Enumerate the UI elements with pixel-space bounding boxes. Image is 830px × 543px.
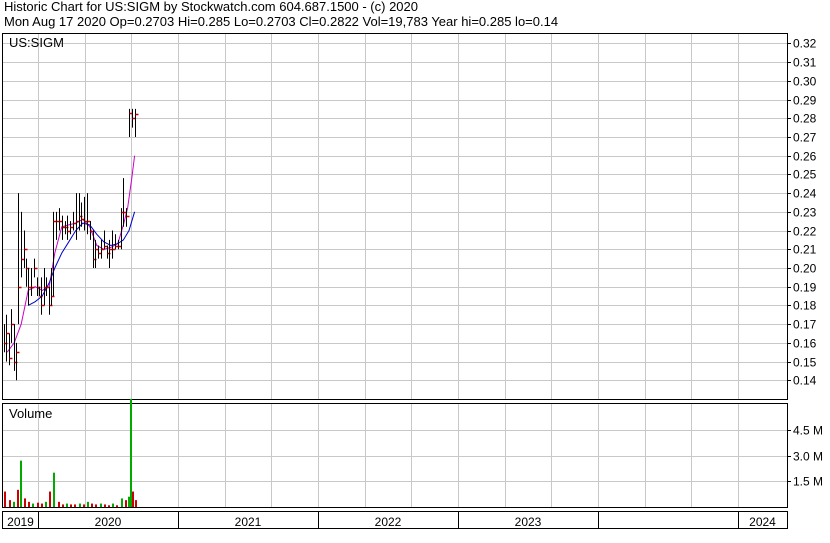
volume-panel-frame: [2, 403, 788, 508]
volume-bar: [66, 503, 68, 507]
volume-bar: [74, 504, 76, 507]
volume-bar: [116, 505, 118, 507]
price-tick-label: 0.20: [793, 262, 817, 276]
price-tick-label: 0.15: [793, 356, 817, 370]
volume-tick-label: 3.0 M: [793, 450, 823, 464]
price-tick-label: 0.24: [793, 187, 817, 201]
volume-bar: [53, 472, 55, 507]
x-year-label: 2020: [95, 515, 122, 529]
price-tick-label: 0.22: [793, 225, 817, 239]
volume-bar: [70, 504, 72, 507]
price-panel-title: US:SIGM: [9, 35, 64, 50]
price-tick-label: 0.29: [793, 94, 817, 108]
volume-bar: [17, 489, 19, 507]
volume-bar: [128, 496, 130, 507]
volume-bar: [41, 503, 43, 507]
price-marks: [4, 108, 139, 381]
volume-bar: [132, 491, 134, 507]
volume-bar: [121, 498, 123, 507]
volume-bar: [45, 501, 47, 507]
volume-bar: [13, 501, 15, 507]
price-tick-label: 0.31: [793, 56, 817, 70]
price-tick-label: 0.17: [793, 318, 817, 332]
volume-bar: [125, 500, 127, 507]
moving-average-short: [6, 155, 136, 353]
volume-bar: [112, 503, 114, 507]
price-tick-label: 0.25: [793, 168, 817, 182]
x-year-label: 2022: [375, 515, 402, 529]
volume-bar: [100, 503, 102, 507]
volume-bar: [83, 504, 85, 507]
price-tick-label: 0.23: [793, 206, 817, 220]
volume-bar: [135, 500, 137, 507]
price-tick-label: 0.32: [793, 37, 817, 51]
price-tick-label: 0.30: [793, 75, 817, 89]
price-grid: [3, 34, 787, 399]
volume-bar: [9, 500, 11, 507]
x-year-label: 2023: [515, 515, 542, 529]
stock-chart: 0.14 0.15 0.16 0.17 0.18 0.19 0.20 0.21 0.22 0.23…: [2, 33, 823, 529]
volume-bar: [104, 504, 106, 507]
volume-bar: [20, 460, 22, 507]
volume-tick-label: 4.5 M: [793, 424, 823, 438]
price-tick-label: 0.18: [793, 299, 817, 313]
volume-bar: [24, 498, 26, 507]
volume-bar: [95, 504, 97, 507]
volume-bar: [58, 501, 60, 507]
price-tick-label: 0.27: [793, 131, 817, 145]
x-year-label: 2019: [7, 515, 34, 529]
volume-grid: [3, 404, 787, 507]
volume-panel-title: Volume: [9, 406, 52, 421]
price-tick-label: 0.26: [793, 150, 817, 164]
volume-bar: [4, 491, 6, 507]
volume-bar: [79, 503, 81, 507]
volume-bar: [28, 501, 30, 507]
volume-bar: [87, 501, 89, 507]
volume-tick-label: 1.5 M: [793, 475, 823, 489]
price-tick-label: 0.21: [793, 243, 817, 257]
volume-bar: [37, 502, 39, 507]
price-tick-label: 0.19: [793, 281, 817, 295]
volume-bar: [32, 503, 34, 507]
price-tick-label: 0.16: [793, 337, 817, 351]
volume-bar: [49, 491, 51, 507]
x-year-label: 2021: [235, 515, 262, 529]
price-tick-label: 0.28: [793, 112, 817, 126]
volume-bar: [62, 504, 64, 507]
price-tick-label: 0.14: [793, 374, 817, 388]
volume-bar: [91, 503, 93, 507]
volume-bar: [130, 398, 132, 507]
x-year-label: 2024: [749, 515, 776, 529]
volume-bar: [108, 505, 110, 507]
price-panel-frame: [2, 33, 788, 400]
